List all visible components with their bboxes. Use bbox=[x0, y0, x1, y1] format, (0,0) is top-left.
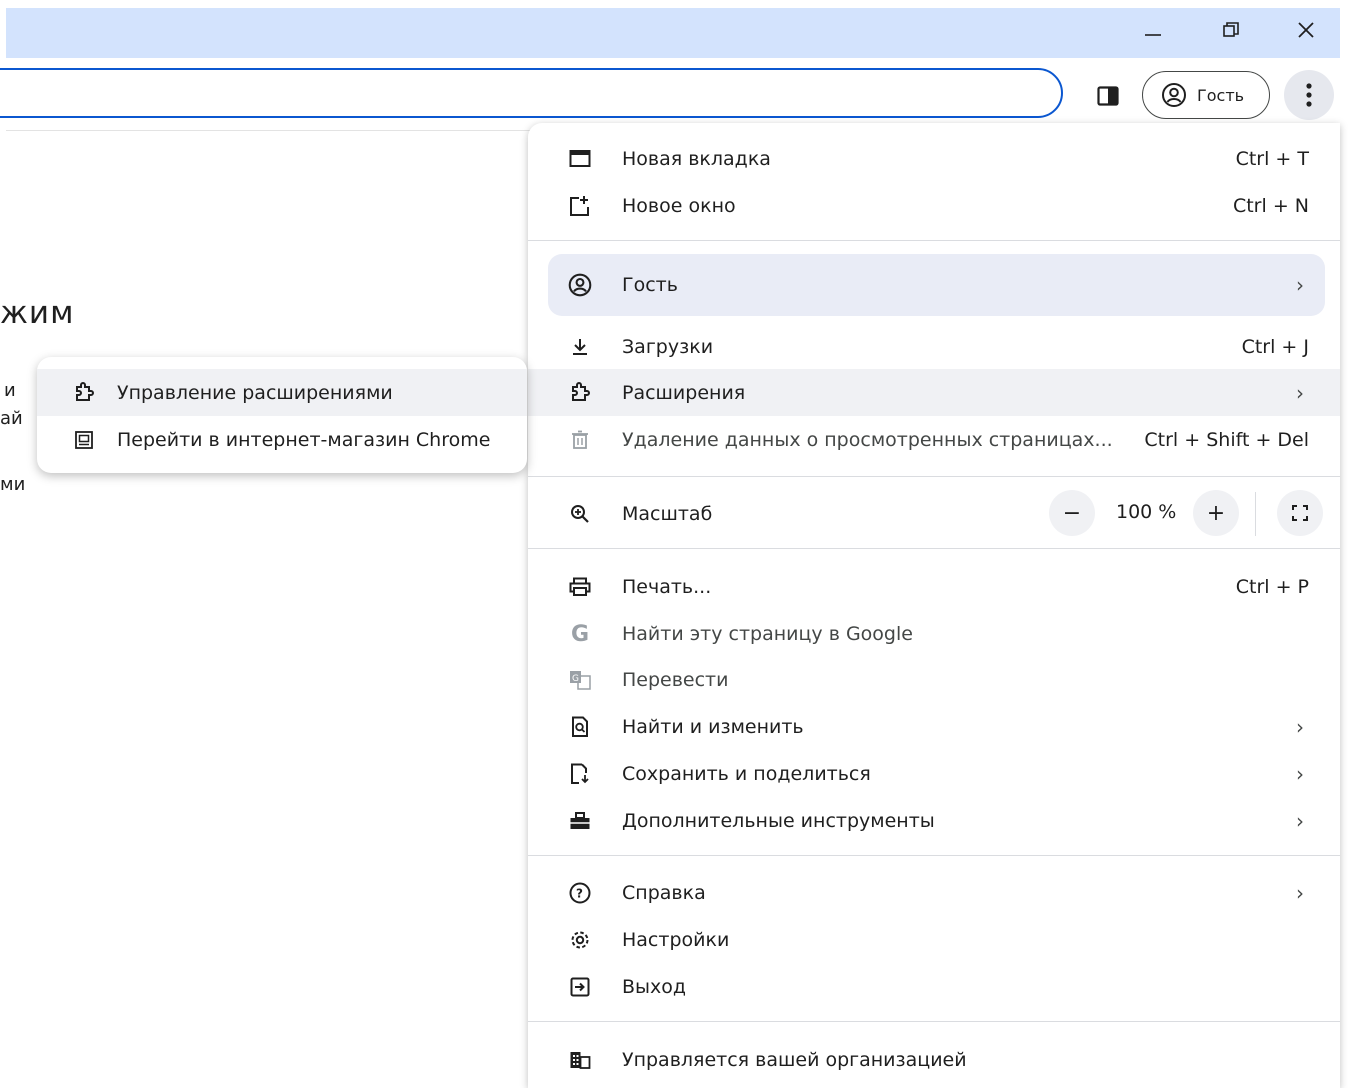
web-store-icon bbox=[73, 429, 95, 451]
side-panel-icon bbox=[1097, 86, 1119, 106]
profile-chip[interactable]: Гость bbox=[1142, 71, 1270, 119]
chevron-right-icon: › bbox=[1296, 381, 1304, 405]
side-panel-button[interactable] bbox=[1094, 82, 1122, 110]
chevron-right-icon: › bbox=[1296, 762, 1304, 786]
menu-item-downloads[interactable]: Загрузки Ctrl + J bbox=[528, 324, 1340, 370]
minimize-icon bbox=[1145, 34, 1161, 36]
menu-separator bbox=[528, 548, 1340, 549]
exit-icon bbox=[568, 975, 592, 999]
menu-item-clear-data[interactable]: Удаление данных о просмотренных страница… bbox=[528, 417, 1340, 463]
gear-icon bbox=[568, 928, 592, 952]
submenu-item-web-store[interactable]: Перейти в интернет-магазин Chrome bbox=[37, 417, 527, 463]
zoom-in-button[interactable]: + bbox=[1193, 490, 1239, 536]
new-tab-icon bbox=[568, 147, 592, 171]
translate-icon: G bbox=[568, 668, 592, 692]
menu-item-guest[interactable]: Гость › bbox=[528, 262, 1340, 308]
chevron-right-icon: › bbox=[1296, 715, 1304, 739]
google-g-icon: G bbox=[570, 621, 590, 647]
new-window-icon bbox=[568, 194, 592, 218]
fullscreen-button[interactable] bbox=[1277, 490, 1323, 536]
menu-item-exit[interactable]: Выход bbox=[528, 964, 1340, 1010]
title-bar bbox=[6, 8, 1340, 58]
chevron-right-icon: › bbox=[1296, 273, 1304, 297]
close-icon bbox=[1298, 22, 1314, 38]
menu-item-managed[interactable]: Управляется вашей организацией bbox=[528, 1037, 1340, 1083]
fullscreen-icon bbox=[1292, 505, 1308, 521]
zoom-level: 100 % bbox=[1116, 501, 1177, 523]
download-icon bbox=[568, 335, 592, 359]
restore-button[interactable] bbox=[1201, 8, 1261, 52]
chrome-main-menu: Новая вкладка Ctrl + T Новое окно Ctrl +… bbox=[528, 123, 1340, 1088]
toolbox-icon bbox=[568, 809, 592, 833]
submenu-item-manage-extensions[interactable]: Управление расширениями bbox=[37, 370, 527, 416]
page-text-fragment: ай bbox=[0, 408, 23, 429]
kebab-menu-icon bbox=[1306, 83, 1312, 107]
menu-separator bbox=[528, 855, 1340, 856]
page-heading-fragment: жим bbox=[0, 295, 75, 331]
menu-item-help[interactable]: ? Справка › bbox=[528, 870, 1340, 916]
chevron-right-icon: › bbox=[1296, 881, 1304, 905]
guest-avatar-icon bbox=[1162, 83, 1186, 107]
menu-item-extensions[interactable]: Расширения › bbox=[528, 370, 1340, 416]
minimize-button[interactable] bbox=[1123, 8, 1183, 52]
trash-icon bbox=[568, 428, 592, 452]
menu-item-new-tab[interactable]: Новая вкладка Ctrl + T bbox=[528, 136, 1340, 182]
puzzle-icon bbox=[73, 382, 95, 404]
menu-item-search-google[interactable]: G Найти эту страницу в Google bbox=[528, 611, 1340, 657]
menu-item-print[interactable]: Печать... Ctrl + P bbox=[528, 564, 1340, 610]
save-share-icon bbox=[568, 762, 592, 786]
menu-item-find-edit[interactable]: Найти и изменить › bbox=[528, 704, 1340, 750]
menu-item-save-share[interactable]: Сохранить и поделиться › bbox=[528, 751, 1340, 797]
menu-item-new-window[interactable]: Новое окно Ctrl + N bbox=[528, 183, 1340, 229]
menu-item-settings[interactable]: Настройки bbox=[528, 917, 1340, 963]
svg-text:?: ? bbox=[576, 887, 583, 901]
zoom-divider bbox=[1255, 492, 1256, 536]
puzzle-icon bbox=[568, 381, 592, 405]
close-window-button[interactable] bbox=[1276, 8, 1336, 52]
menu-separator bbox=[528, 1021, 1340, 1022]
zoom-out-button[interactable]: − bbox=[1049, 490, 1095, 536]
svg-text:G: G bbox=[572, 674, 579, 684]
address-bar[interactable] bbox=[0, 68, 1063, 118]
restore-icon bbox=[1223, 22, 1239, 37]
menu-item-more-tools[interactable]: Дополнительные инструменты › bbox=[528, 798, 1340, 844]
extensions-submenu: Управление расширениями Перейти в интерн… bbox=[37, 357, 527, 473]
profile-label: Гость bbox=[1197, 85, 1245, 105]
toolbar: Гость bbox=[0, 58, 1340, 130]
chrome-menu-button[interactable] bbox=[1284, 70, 1334, 120]
chevron-right-icon: › bbox=[1296, 809, 1304, 833]
building-icon bbox=[568, 1048, 592, 1072]
menu-separator bbox=[528, 476, 1340, 477]
zoom-in-icon bbox=[568, 502, 592, 526]
menu-separator bbox=[528, 240, 1340, 241]
printer-icon bbox=[568, 575, 592, 599]
find-page-icon bbox=[568, 715, 592, 739]
page-text-fragment: ми bbox=[0, 474, 26, 495]
page-text-fragment: и bbox=[4, 380, 16, 401]
menu-item-translate[interactable]: G Перевести bbox=[528, 657, 1340, 703]
guest-avatar-icon bbox=[568, 273, 592, 297]
help-icon: ? bbox=[568, 881, 592, 905]
